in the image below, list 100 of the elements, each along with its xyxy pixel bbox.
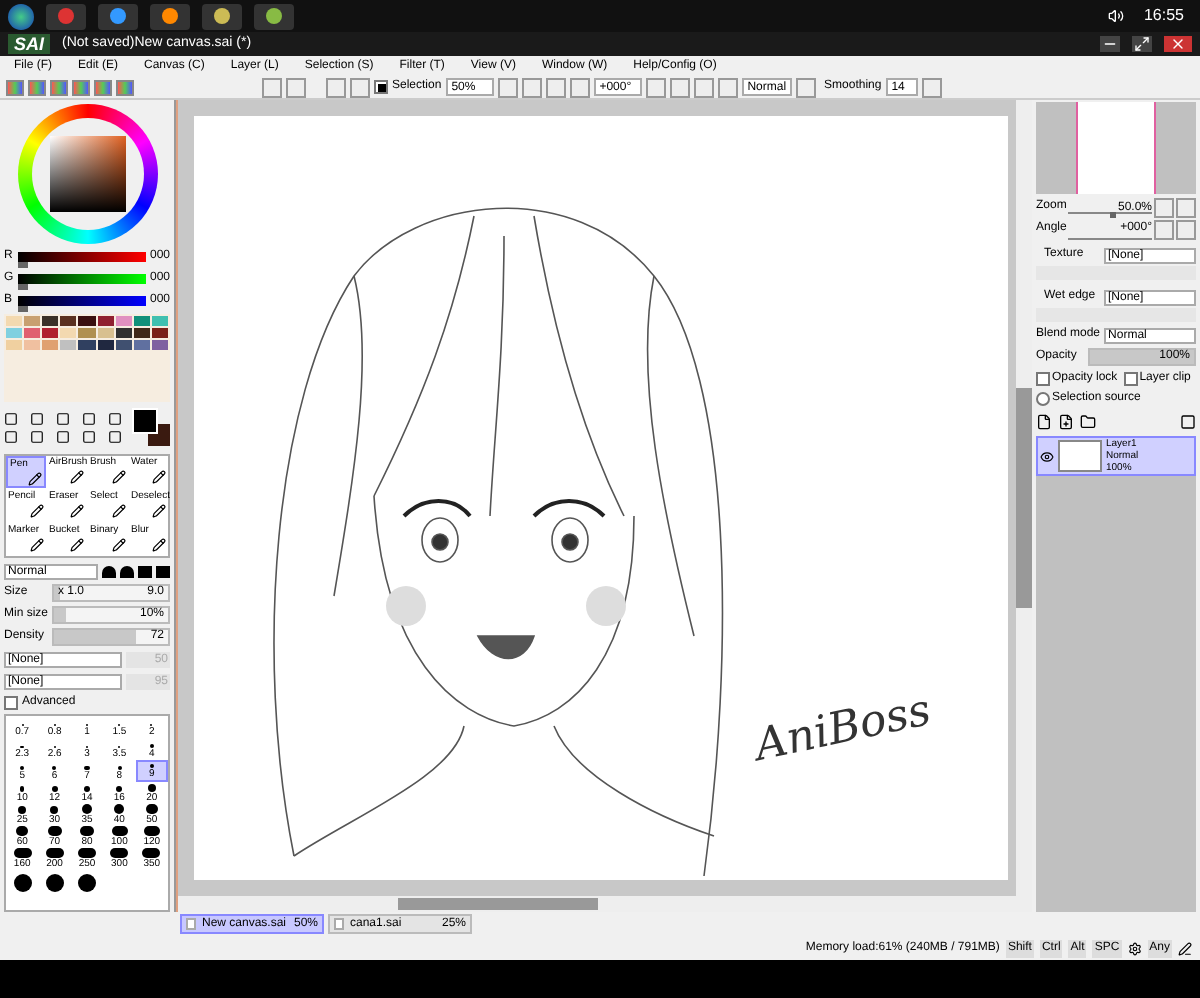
start-orb-icon[interactable] <box>8 3 34 29</box>
color-swatch[interactable] <box>97 340 114 350</box>
clock: 16:55 <box>1141 4 1186 28</box>
color-swatch[interactable] <box>133 340 150 350</box>
zoom-in-button[interactable] <box>545 77 566 97</box>
brush-icon <box>152 504 166 518</box>
stabilizer-button[interactable] <box>796 77 817 97</box>
slider-track[interactable] <box>18 252 146 262</box>
color-swatch[interactable] <box>24 328 41 338</box>
color-swatch[interactable] <box>133 328 150 338</box>
horizontal-scrollbar[interactable] <box>178 896 1032 912</box>
brush-icon <box>70 538 84 552</box>
zoom-out-button[interactable] <box>521 77 542 97</box>
rotate-left-button[interactable] <box>1154 219 1174 239</box>
volume-icon[interactable] <box>1107 8 1124 24</box>
square-icon[interactable] <box>156 565 170 577</box>
checkbox[interactable] <box>1036 372 1050 386</box>
brush-icon <box>152 470 166 484</box>
slider-track[interactable] <box>18 296 146 306</box>
eye-icon <box>1040 449 1054 463</box>
redo-button[interactable] <box>286 77 306 97</box>
color-swatch[interactable] <box>97 328 114 338</box>
maximize-icon[interactable] <box>1132 36 1152 52</box>
slider-thumb[interactable] <box>18 284 28 290</box>
color-swatch[interactable] <box>6 328 23 338</box>
color-swatch[interactable] <box>60 328 77 338</box>
rotate-right-button[interactable] <box>1176 219 1196 239</box>
color-swatch[interactable] <box>6 340 23 350</box>
slider-thumb[interactable] <box>18 262 28 268</box>
slider-track[interactable] <box>18 274 146 284</box>
dome-icon[interactable] <box>120 565 134 577</box>
foreground-color[interactable] <box>134 410 156 432</box>
color-swatch[interactable] <box>60 316 77 326</box>
checkbox[interactable] <box>4 695 18 709</box>
zoom-out-button[interactable] <box>1154 197 1174 217</box>
zoom-fit-button[interactable] <box>569 77 590 97</box>
zoom-in-button[interactable] <box>1176 197 1196 217</box>
visibility-toggle[interactable] <box>1040 449 1054 463</box>
color-swatch[interactable] <box>6 316 23 326</box>
brush-icon <box>27 472 41 486</box>
rotate-right-button[interactable] <box>693 77 714 97</box>
canvas[interactable]: AniBoss <box>194 116 1008 880</box>
taskbar-app-icon[interactable] <box>254 3 294 29</box>
close-icon[interactable] <box>1164 36 1192 52</box>
settings-icon[interactable] <box>1127 941 1142 955</box>
taskbar-app-icon[interactable] <box>98 3 138 29</box>
color-swatch[interactable] <box>78 328 96 338</box>
checkbox[interactable] <box>374 80 388 94</box>
taskbar-app-icon[interactable] <box>46 3 86 29</box>
color-swatch[interactable] <box>60 340 77 350</box>
slider-thumb[interactable] <box>18 306 28 312</box>
color-swatch[interactable] <box>97 316 114 326</box>
brush-icon <box>111 538 125 552</box>
color-swatch[interactable] <box>24 316 41 326</box>
rotate-reset-button[interactable] <box>645 77 666 97</box>
brush-icon <box>70 470 84 484</box>
color-swatch[interactable] <box>24 340 41 350</box>
color-swatch[interactable] <box>115 340 132 350</box>
navigator-preview[interactable] <box>1036 102 1196 194</box>
color-swatch[interactable] <box>115 328 132 338</box>
mask-icon[interactable] <box>1180 414 1196 430</box>
saturation-square[interactable] <box>49 136 125 212</box>
color-swatch[interactable] <box>78 340 96 350</box>
folder-icon[interactable] <box>1080 414 1096 430</box>
brush-icon <box>111 504 125 518</box>
taskbar-app-icon[interactable] <box>202 3 242 29</box>
swatch-palette[interactable] <box>4 314 170 402</box>
pen-icon <box>1178 941 1192 955</box>
minimize-icon[interactable] <box>1100 36 1120 52</box>
scroll-thumb[interactable] <box>398 898 598 910</box>
smoothing-dropdown[interactable] <box>921 77 942 97</box>
color-swatch[interactable] <box>78 316 96 326</box>
check-mark-icon <box>377 83 385 91</box>
slider-thumb[interactable] <box>1110 212 1117 218</box>
vertical-scrollbar[interactable] <box>1016 100 1032 896</box>
new-layer-icon[interactable] <box>1036 414 1052 430</box>
flip-button[interactable] <box>717 77 738 97</box>
thumbnail-icon <box>334 918 344 930</box>
color-swatch[interactable] <box>42 340 59 350</box>
app-logo: SAI <box>8 34 51 54</box>
color-swatch[interactable] <box>151 340 168 350</box>
color-swatch[interactable] <box>151 316 168 326</box>
taskbar-app-icon[interactable] <box>150 3 190 29</box>
color-swatch[interactable] <box>115 316 132 326</box>
checkbox[interactable] <box>1123 372 1138 386</box>
brush-icon <box>111 470 125 484</box>
zoom-reset-button[interactable] <box>497 77 518 97</box>
scroll-thumb[interactable] <box>1016 388 1032 608</box>
undo-button[interactable] <box>262 77 282 97</box>
new-linework-layer-icon[interactable] <box>1058 414 1074 430</box>
deselect-button[interactable] <box>326 77 346 97</box>
brush-icon <box>70 504 84 518</box>
color-swatch[interactable] <box>42 328 59 338</box>
color-swatch[interactable] <box>133 316 150 326</box>
color-swatch[interactable] <box>151 328 168 338</box>
color-swatch[interactable] <box>42 316 59 326</box>
rotate-left-button[interactable] <box>669 77 690 97</box>
brush-icon <box>152 538 166 552</box>
thumbnail-icon <box>186 918 196 930</box>
checkbox[interactable] <box>1036 392 1050 406</box>
